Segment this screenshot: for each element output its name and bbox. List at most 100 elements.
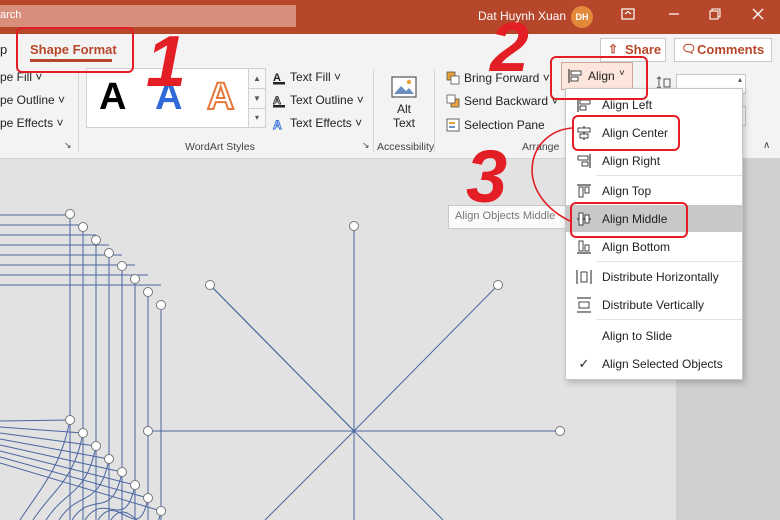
resize-handle[interactable]: [349, 221, 359, 231]
menu-item-align-top[interactable]: Align Top: [566, 177, 742, 204]
resize-handle[interactable]: [91, 441, 101, 451]
comments-label: Comments: [697, 42, 765, 57]
text-effects-icon: A: [272, 117, 285, 133]
shape-effects-button[interactable]: pe Effects ˅: [0, 116, 64, 130]
resize-handle[interactable]: [91, 235, 101, 245]
annotation-box-align-middle: [570, 202, 688, 238]
menu-item-label: Align Right: [602, 154, 661, 168]
menu-separator: [596, 261, 742, 262]
minimize-icon[interactable]: [666, 8, 682, 24]
grouped-connector-lines[interactable]: [0, 209, 166, 520]
share-label: Share: [625, 42, 662, 57]
restore-icon[interactable]: [707, 8, 723, 24]
connector-curve[interactable]: [19, 419, 71, 520]
resize-handle[interactable]: [78, 428, 88, 438]
resize-handle[interactable]: [117, 467, 127, 477]
wordart-style-black[interactable]: A: [99, 77, 126, 117]
menu-item-align-to-slide[interactable]: Align to Slide: [566, 322, 742, 349]
menu-item-distribute-vertically[interactable]: Distribute Vertically: [566, 291, 742, 318]
comment-icon: 🗨: [681, 42, 697, 56]
text-fill-icon: A: [272, 71, 285, 85]
text-outline-button[interactable]: Text Outline ˅: [290, 93, 364, 107]
shape-outline-button[interactable]: pe Outline ˅: [0, 93, 65, 107]
resize-handle[interactable]: [156, 506, 166, 516]
annotation-box-align: [550, 56, 648, 100]
connector-line[interactable]: [353, 284, 499, 432]
text-fill-button[interactable]: Text Fill ˅: [290, 70, 341, 84]
comments-button[interactable]: 🗨 Comments: [674, 38, 772, 62]
resize-handle[interactable]: [130, 480, 140, 490]
star-lines-shape[interactable]: [143, 221, 565, 520]
menu-separator: [596, 175, 742, 176]
menu-item-label: Align Top: [602, 184, 652, 198]
resize-handle[interactable]: [104, 248, 114, 258]
group-separator: [373, 70, 374, 152]
alt-text-icon: [390, 74, 418, 102]
dialog-launcher-icon[interactable]: ↘: [362, 140, 370, 151]
connector-line[interactable]: [0, 426, 84, 434]
resize-handle[interactable]: [205, 280, 215, 290]
resize-handle[interactable]: [117, 261, 127, 271]
resize-handle[interactable]: [65, 415, 75, 425]
connector-curve[interactable]: [110, 510, 162, 520]
selection-pane-icon: [446, 118, 460, 132]
annotation-box-shape-format: [16, 27, 134, 73]
connector-line[interactable]: [264, 430, 355, 520]
annotation-step-3: 3: [466, 135, 508, 218]
menu-item-align-right[interactable]: Align Right: [566, 147, 742, 174]
send-backward-button[interactable]: Send Backward ˅: [464, 94, 558, 108]
connector-line[interactable]: [0, 419, 71, 422]
annotation-step-1: 1: [146, 22, 187, 102]
send-backward-icon: [446, 94, 460, 108]
resize-handle[interactable]: [104, 454, 114, 464]
spin-up-icon[interactable]: ▴: [738, 75, 742, 84]
connector-line[interactable]: [0, 450, 136, 486]
ribbon-display-options-icon[interactable]: [620, 8, 636, 24]
resize-handle[interactable]: [65, 209, 75, 219]
align-bottom-icon: [576, 239, 592, 255]
resize-handle[interactable]: [493, 280, 503, 290]
menu-separator: [596, 319, 742, 320]
accessibility-group-label: Accessibility: [377, 141, 435, 153]
dialog-launcher-icon[interactable]: ↘: [64, 140, 72, 151]
text-effects-button[interactable]: Text Effects ˅: [290, 116, 362, 130]
resize-handle[interactable]: [78, 222, 88, 232]
menu-item-label: Distribute Vertically: [602, 298, 705, 312]
distribute-horizontally-icon: [576, 269, 592, 285]
annotation-box-align-center: [572, 115, 680, 151]
connector-line[interactable]: [209, 284, 355, 432]
menu-item-align-selected-objects[interactable]: ✓ Align Selected Objects: [566, 350, 742, 377]
close-icon[interactable]: [750, 8, 766, 24]
alt-text-button[interactable]: Alt Text: [386, 102, 422, 130]
menu-item-label: Align to Slide: [602, 329, 673, 343]
menu-item-label: Align Selected Objects: [602, 357, 723, 371]
align-top-icon: [576, 183, 592, 199]
connector-line[interactable]: [353, 430, 444, 520]
distribute-vertically-icon: [576, 297, 592, 313]
menu-item-distribute-horizontally[interactable]: Distribute Horizontally: [566, 263, 742, 290]
share-icon: ⇧: [608, 42, 619, 56]
scroll-down-icon[interactable]: ▼: [249, 88, 265, 108]
menu-item-label: Align Left: [602, 98, 653, 112]
resize-handle[interactable]: [555, 426, 565, 436]
resize-handle[interactable]: [143, 287, 153, 297]
resize-handle[interactable]: [143, 426, 153, 436]
wordart-styles-group-label: WordArt Styles: [185, 141, 255, 153]
align-right-icon: [576, 153, 592, 169]
wordart-style-orange-outline[interactable]: A: [206, 76, 235, 118]
resize-handle[interactable]: [130, 274, 140, 284]
menu-item-label: Align Bottom: [602, 240, 671, 254]
group-separator: [78, 70, 79, 152]
scroll-up-icon[interactable]: ▲: [249, 69, 265, 88]
resize-handle[interactable]: [143, 493, 153, 503]
check-icon: ✓: [578, 356, 590, 371]
avatar[interactable]: DH: [571, 6, 593, 28]
collapse-ribbon-icon[interactable]: ∧: [763, 140, 770, 151]
group-separator: [434, 70, 435, 152]
menu-item-label: Distribute Horizontally: [602, 270, 719, 284]
gallery-scroll[interactable]: ▲ ▼ ▾: [248, 68, 266, 128]
resize-handle[interactable]: [156, 300, 166, 310]
annotation-step-2: 2: [490, 8, 529, 86]
tab-previous[interactable]: p: [0, 42, 7, 57]
gallery-more-icon[interactable]: ▾: [249, 108, 265, 127]
